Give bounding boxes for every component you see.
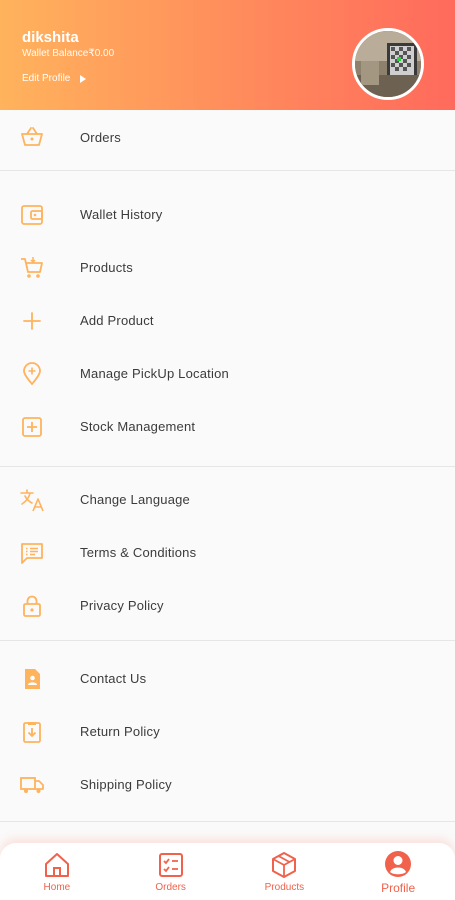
menu-group-orders: Orders xyxy=(0,110,455,171)
menu-item-stock-management[interactable]: Stock Management xyxy=(0,400,455,453)
profile-icon xyxy=(385,850,412,877)
menu-label-privacy: Privacy Policy xyxy=(80,598,164,613)
edit-profile-label: Edit Profile xyxy=(22,73,71,84)
nav-home-label: Home xyxy=(43,882,71,893)
menu-label-wallet-history: Wallet History xyxy=(80,207,163,222)
menu-item-privacy[interactable]: Privacy Policy xyxy=(0,579,455,632)
contact-card-icon xyxy=(25,668,40,689)
menu-label-orders: Orders xyxy=(80,129,121,145)
menu-group-settings: Change Language Terms & Conditions Priva… xyxy=(0,467,455,641)
nav-profile-label: Profile xyxy=(381,880,416,895)
avatar-photo xyxy=(355,31,421,97)
wallet-icon xyxy=(21,204,43,225)
truck-icon xyxy=(20,776,44,793)
menu-label-return-policy: Return Policy xyxy=(80,724,160,739)
menu-group-store: Wallet History Products Add Product Mana… xyxy=(0,171,455,467)
menu-label-manage-pickup: Manage PickUp Location xyxy=(80,366,229,381)
wallet-balance: Wallet Balance₹0.00 xyxy=(22,48,115,59)
plus-icon xyxy=(23,311,41,330)
nav-orders-label: Orders xyxy=(155,882,186,893)
nav-orders[interactable]: Orders xyxy=(114,843,228,900)
menu-item-terms[interactable]: Terms & Conditions xyxy=(0,526,455,579)
menu-item-wallet-history[interactable]: Wallet History xyxy=(0,188,455,241)
menu-item-add-product[interactable]: Add Product xyxy=(0,294,455,347)
menu-label-add-product: Add Product xyxy=(80,313,154,328)
menu-group-support: Contact Us Return Policy Shipping Policy xyxy=(0,641,455,822)
lock-icon xyxy=(23,595,41,617)
translate-icon xyxy=(20,488,44,511)
add-box-icon xyxy=(22,416,42,437)
nav-products[interactable]: Products xyxy=(228,843,342,900)
user-name: dikshita xyxy=(22,29,79,46)
nav-products-label: Products xyxy=(264,882,305,893)
menu-item-contact[interactable]: Contact Us xyxy=(0,652,455,705)
basket-icon xyxy=(21,127,43,146)
nav-profile[interactable]: Profile xyxy=(341,843,455,900)
menu-item-orders[interactable]: Orders xyxy=(0,110,455,164)
menu-label-terms: Terms & Conditions xyxy=(80,545,197,560)
avatar[interactable] xyxy=(352,28,424,100)
profile-menu: Orders Wallet History Products Add Produ… xyxy=(0,110,455,892)
home-icon xyxy=(44,853,69,877)
package-icon xyxy=(272,852,297,878)
menu-label-change-language: Change Language xyxy=(80,492,190,507)
return-box-icon xyxy=(23,721,41,743)
menu-item-shipping-policy[interactable]: Shipping Policy xyxy=(0,758,455,811)
menu-item-return-policy[interactable]: Return Policy xyxy=(0,705,455,758)
nav-home[interactable]: Home xyxy=(0,843,114,900)
menu-item-products[interactable]: Products xyxy=(0,241,455,294)
menu-label-products: Products xyxy=(80,260,133,275)
profile-header: dikshita Wallet Balance₹0.00 Edit Profil… xyxy=(0,0,455,110)
cart-icon xyxy=(21,256,43,278)
chat-list-icon xyxy=(21,542,43,564)
caret-right-icon xyxy=(80,74,87,83)
menu-label-stock-management: Stock Management xyxy=(80,419,196,434)
menu-item-manage-pickup[interactable]: Manage PickUp Location xyxy=(0,347,455,400)
bottom-nav: Home Orders Products Profile xyxy=(0,843,455,900)
menu-item-change-language[interactable]: Change Language xyxy=(0,473,455,526)
edit-profile-link[interactable]: Edit Profile xyxy=(22,73,87,84)
menu-label-shipping-policy: Shipping Policy xyxy=(80,777,172,792)
checklist-icon xyxy=(158,853,183,877)
location-pin-plus-icon xyxy=(23,361,41,385)
menu-label-contact: Contact Us xyxy=(80,671,147,686)
